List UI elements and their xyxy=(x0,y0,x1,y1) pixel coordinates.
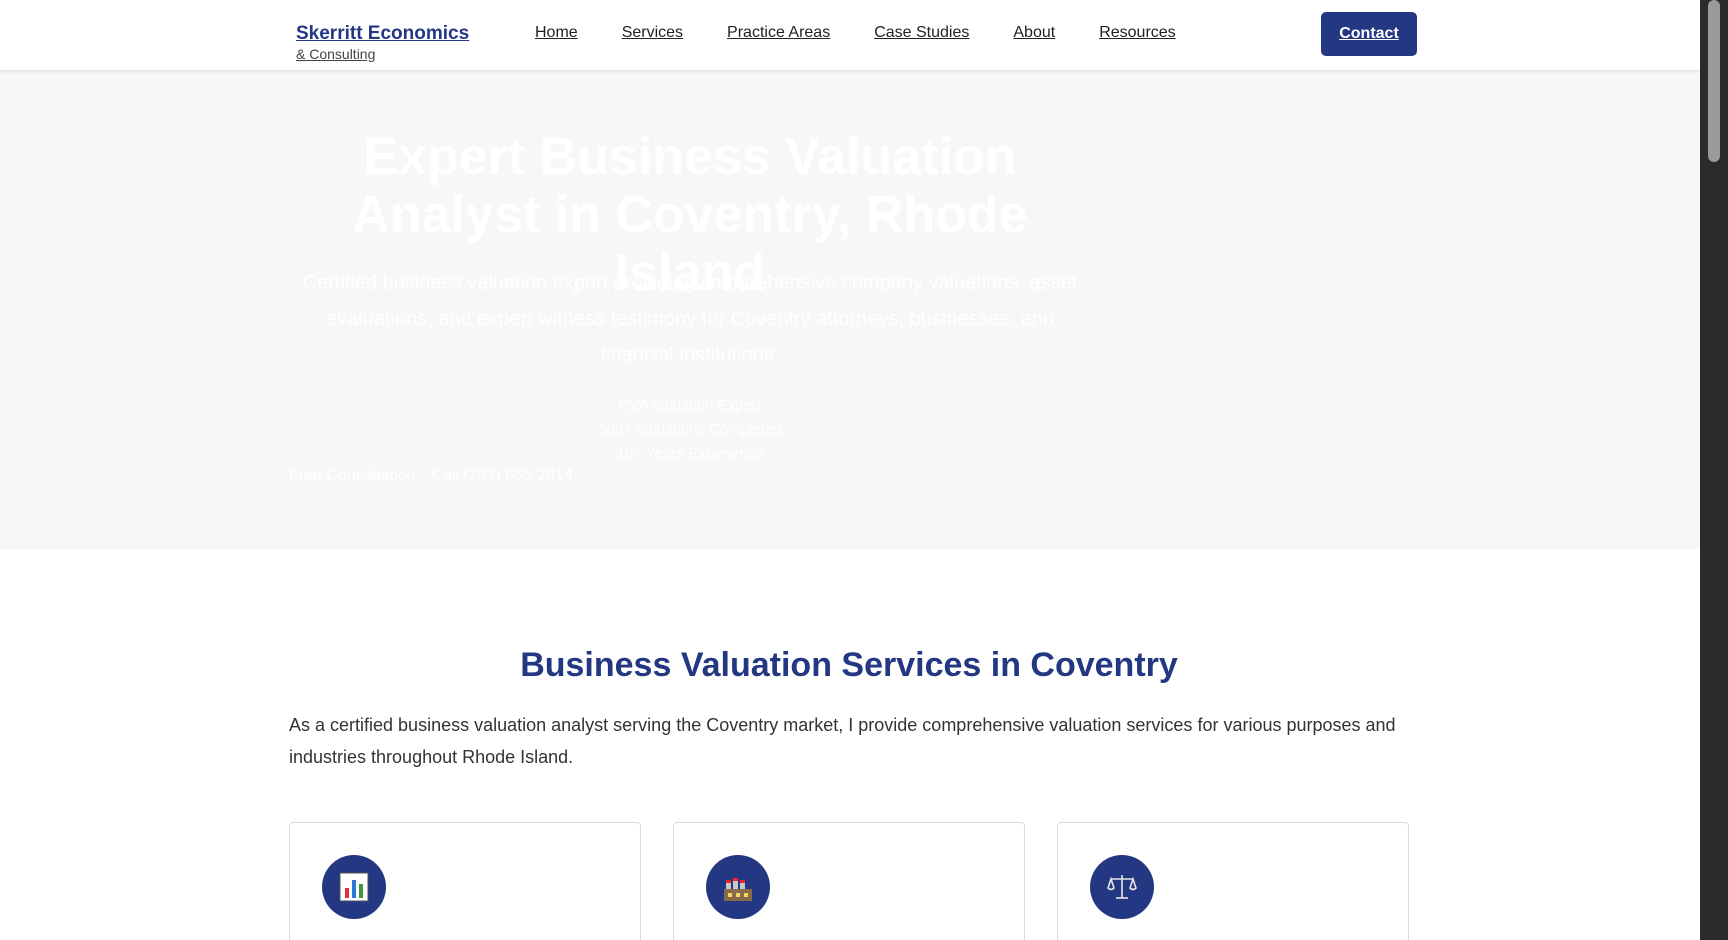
services-title: Business Valuation Services in Coventry xyxy=(520,646,1178,684)
service-card-1 xyxy=(289,822,641,940)
badge-valuations: 500+ Valuations Completed xyxy=(598,421,782,438)
brand-name: Skerritt Economics xyxy=(296,23,470,44)
page-viewport: Skerritt Economics & Consulting Home Ser… xyxy=(0,0,1700,940)
hero-title-line1: Expert Business Valuation xyxy=(363,128,1017,186)
nav-about[interactable]: About xyxy=(1013,24,1055,42)
site-header: Skerritt Economics & Consulting Home Ser… xyxy=(0,0,1700,70)
free-consultation-button[interactable]: Free Consultation xyxy=(289,467,415,485)
badge-experience: 15+ Years Experience xyxy=(616,445,764,462)
service-card-2 xyxy=(673,822,1025,940)
brand-logo-link[interactable]: Skerritt Economics & Consulting xyxy=(296,23,469,62)
brand-subtitle: & Consulting xyxy=(296,46,376,62)
nav-home[interactable]: Home xyxy=(535,24,578,42)
bar-chart-icon xyxy=(322,855,386,919)
factory-icon xyxy=(706,855,770,919)
call-phone-link[interactable]: Call (203) 605-2814 xyxy=(431,467,572,485)
nav-resources[interactable]: Resources xyxy=(1099,24,1175,42)
hero-subtitle: Certified business valuation expert prov… xyxy=(302,272,1078,366)
nav-practice-areas[interactable]: Practice Areas xyxy=(727,24,830,42)
service-card-3 xyxy=(1057,822,1409,940)
nav-case-studies[interactable]: Case Studies xyxy=(874,24,969,42)
main-nav: Home Services Practice Areas Case Studie… xyxy=(535,24,1220,42)
scrollbar-thumb[interactable] xyxy=(1708,0,1720,162)
hero-cta-group: Free Consultation Call (203) 605-2814 xyxy=(289,467,589,485)
scales-icon xyxy=(1090,855,1154,919)
hero-section: Expert Business Valuation Analyst in Cov… xyxy=(0,70,1700,549)
vertical-scrollbar[interactable] xyxy=(1700,0,1728,940)
nav-services[interactable]: Services xyxy=(622,24,683,42)
hero-badges: CVA Valuation Expert 500+ Valuations Com… xyxy=(490,394,890,466)
contact-button[interactable]: Contact xyxy=(1321,12,1417,56)
badge-cva: CVA Valuation Expert xyxy=(618,397,762,414)
services-intro: As a certified business valuation analys… xyxy=(289,715,1396,767)
